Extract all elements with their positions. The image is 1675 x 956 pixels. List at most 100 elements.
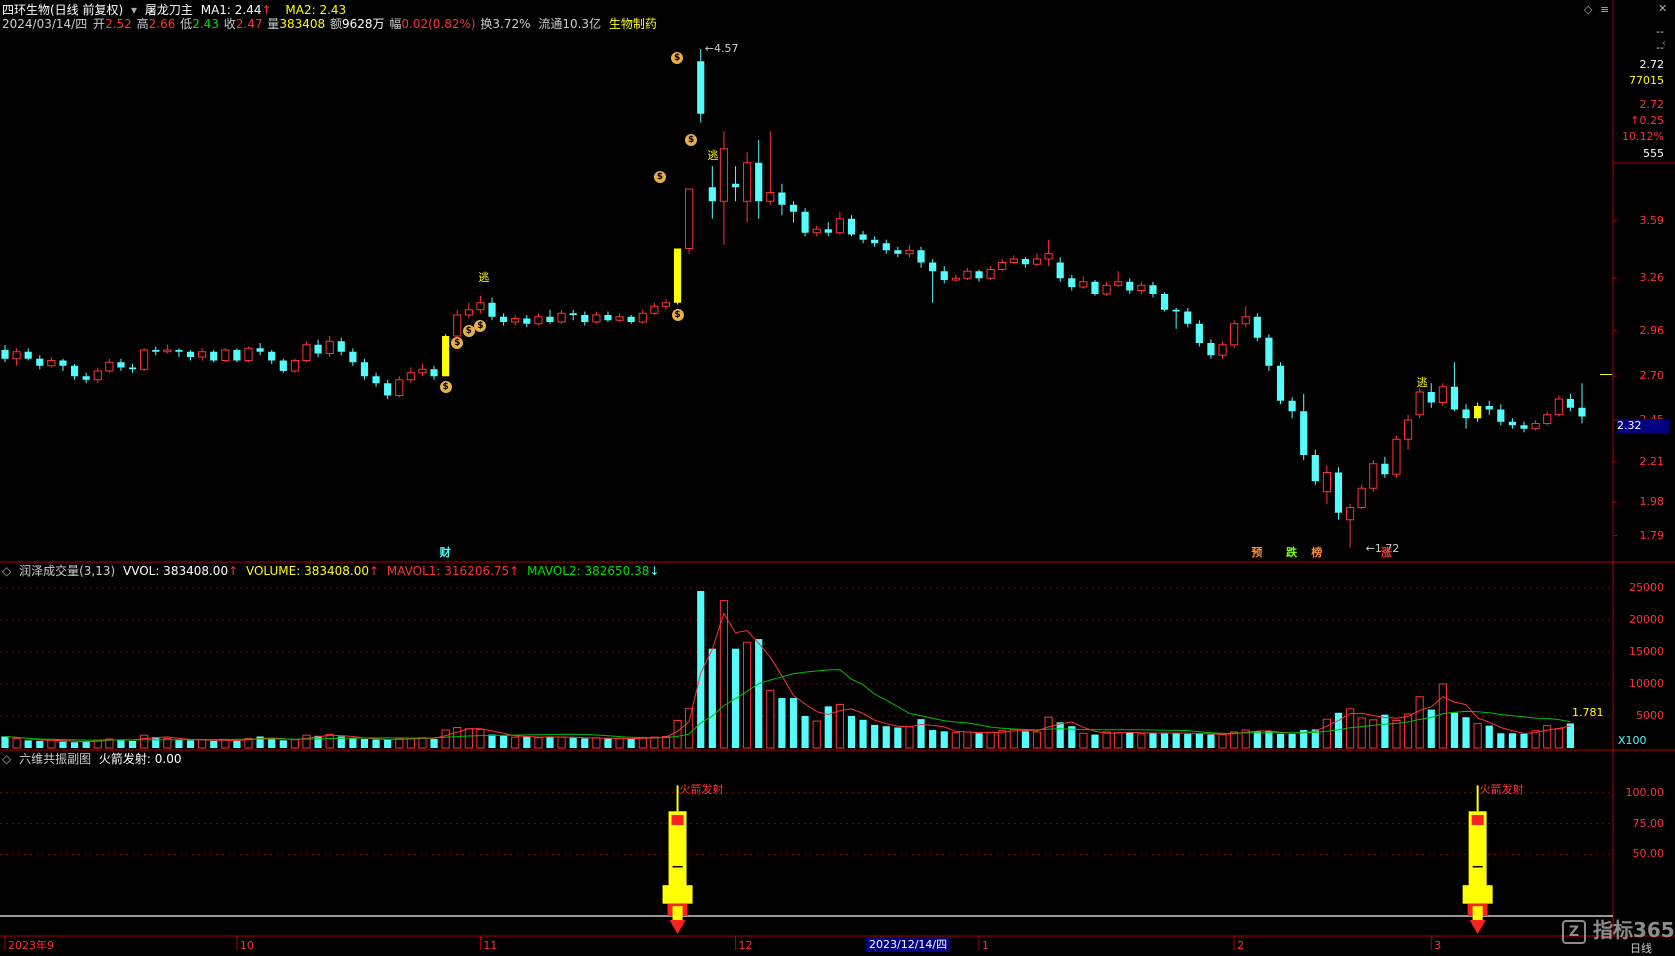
- candle-body: [442, 336, 450, 377]
- candle-body: [1322, 472, 1331, 493]
- vol-tick-label: 25000: [1629, 580, 1664, 594]
- volume-bar: [1032, 731, 1042, 749]
- volume-bar: [951, 732, 960, 749]
- vol-tick-label: 15000: [1629, 644, 1664, 658]
- price-tick-label: 1.79: [1639, 528, 1665, 542]
- volume-bar: [349, 738, 357, 748]
- candle-body: [1195, 323, 1203, 343]
- open-value: 2.52: [105, 17, 132, 31]
- x-tick-label: 2: [1237, 939, 1245, 952]
- vol-tick-label: 5000: [1636, 708, 1664, 722]
- coin-bag-icon: $: [671, 51, 684, 64]
- indicator-toggle[interactable]: ▾: [131, 3, 137, 17]
- candle-body: [511, 318, 520, 323]
- volume-bar: [871, 724, 879, 748]
- candle-body: [917, 250, 925, 263]
- candle-body: [859, 234, 867, 240]
- candle-body: [905, 249, 914, 255]
- ma1-arrow: ↑: [261, 3, 272, 17]
- candle-body: [70, 365, 79, 377]
- volume-bar: [1357, 717, 1366, 749]
- candle-body: [140, 349, 149, 370]
- volume-bar: [859, 719, 867, 748]
- sub-menu-icon[interactable]: ◇: [2, 752, 11, 766]
- candle-body: [36, 358, 44, 366]
- candle-body: [1056, 262, 1064, 279]
- volume-bar: [1126, 731, 1134, 748]
- coin-bag-icon: $: [439, 380, 452, 393]
- volume-bars: [1, 591, 1574, 749]
- diamond-icon[interactable]: ◇: [1584, 3, 1592, 16]
- candle-body: [175, 350, 183, 352]
- close-value: 2.47: [235, 17, 263, 31]
- price-candles: [1, 49, 1612, 548]
- candle-body: [986, 269, 995, 279]
- candle-body: [1009, 258, 1018, 263]
- volume-bar: [186, 740, 195, 748]
- escape-signal: 逃: [707, 148, 719, 162]
- volume-bar: [1114, 732, 1123, 749]
- candle-body: [302, 344, 311, 361]
- candle-body: [615, 316, 624, 321]
- high-value: 2.66: [148, 17, 176, 31]
- volume-bar: [395, 738, 404, 749]
- volume-bar: [1276, 733, 1285, 748]
- volume-bar: [1184, 733, 1192, 748]
- candle-body: [708, 187, 716, 202]
- price-tick-label: 3.26: [1639, 271, 1665, 285]
- volume-bar: [36, 740, 44, 748]
- candle-body: [1578, 407, 1586, 417]
- sector[interactable]: 生物制药: [609, 17, 657, 31]
- candle-body: [1102, 284, 1111, 295]
- candle-body: [569, 313, 577, 315]
- volume-bar: [1543, 725, 1552, 749]
- candle-body: [1230, 323, 1239, 346]
- volume-bar: [24, 740, 32, 748]
- candle-body: [1462, 409, 1470, 419]
- candle-body: [835, 218, 844, 234]
- volume-bar: [1102, 731, 1111, 749]
- candle-body: [604, 315, 612, 321]
- candle-body: [117, 362, 125, 368]
- volume-bar: [882, 726, 890, 748]
- candle-body: [719, 148, 729, 202]
- volume-bar: [673, 719, 682, 749]
- volume-bar: [1160, 732, 1169, 748]
- rocket-window: [1471, 814, 1484, 825]
- candle-body: [1044, 253, 1053, 260]
- candle-body: [581, 315, 589, 322]
- close-icon[interactable]: ✕: [1658, 2, 1667, 15]
- volume-bar: [430, 739, 438, 748]
- candle-body: [500, 316, 508, 322]
- candle-body: [47, 360, 56, 367]
- volume-bar: [418, 737, 427, 749]
- sub-title[interactable]: 六维共振副图: [19, 752, 91, 766]
- mavol2-label: MAVOL2: 382650.38: [527, 564, 650, 578]
- sub-value: 火箭发射: 0.00: [98, 752, 182, 766]
- volume-bar: [963, 731, 972, 749]
- volume-bar: [290, 739, 299, 749]
- vol-title[interactable]: 润泽成交量(3,13): [19, 564, 115, 578]
- rocket-tail: [669, 920, 686, 934]
- candle-body: [1184, 311, 1192, 324]
- candle-body: [1554, 398, 1563, 416]
- stock-name[interactable]: 四环生物(日线 前复权): [2, 3, 123, 17]
- volume-bar: [546, 736, 554, 748]
- ma1-label: MA1: 2.44: [200, 3, 262, 17]
- volume-bar: [1403, 713, 1413, 749]
- candle-body: [557, 312, 566, 323]
- ma2-label: MA2: 2.43: [285, 3, 347, 17]
- candle-body: [650, 305, 659, 314]
- menu-icon[interactable]: ≡: [1600, 3, 1609, 16]
- volume-bar: [604, 738, 612, 748]
- volume-bar: [661, 735, 671, 749]
- vol-menu-icon[interactable]: ◇: [2, 564, 11, 578]
- indicator-name[interactable]: 屠龙刀主: [145, 3, 193, 17]
- volume-bar: [140, 734, 149, 749]
- candle-body: [1520, 425, 1528, 429]
- candle-body: [1160, 294, 1169, 310]
- candle-body: [186, 351, 195, 357]
- volume-bar: [233, 740, 241, 748]
- candle-body: [384, 383, 392, 396]
- candle-body: [929, 262, 937, 272]
